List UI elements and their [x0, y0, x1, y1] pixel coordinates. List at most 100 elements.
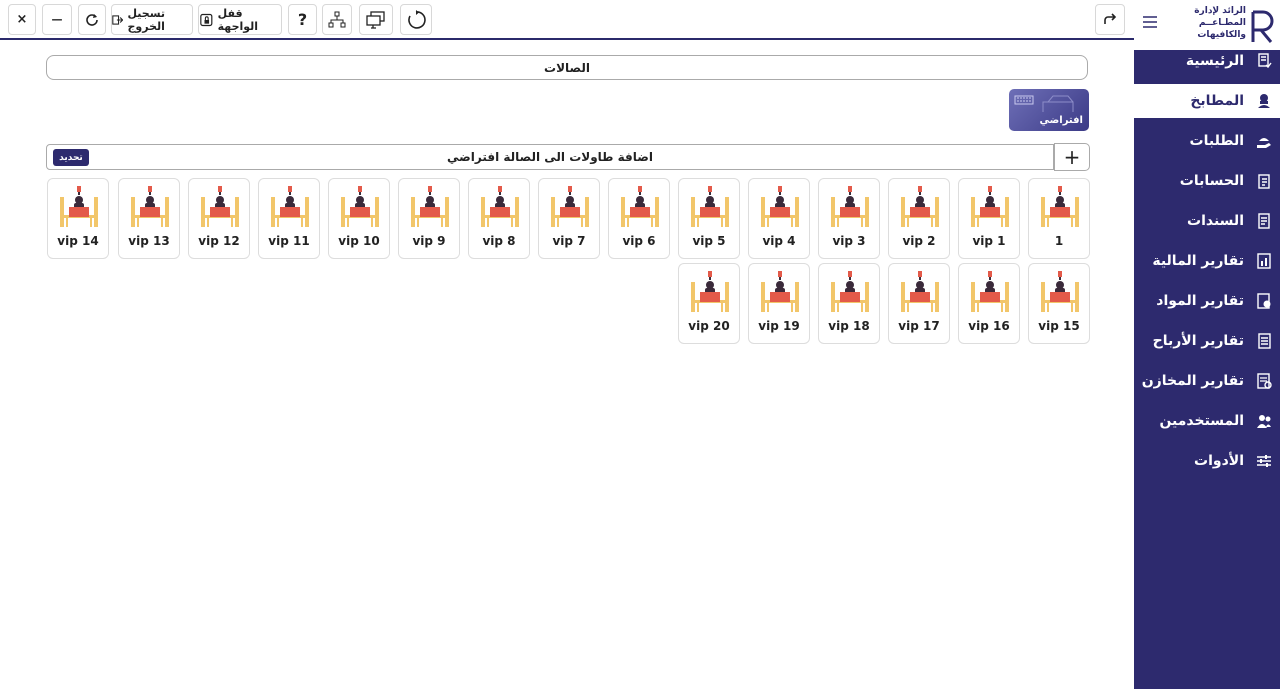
- table-card[interactable]: vip 19: [748, 263, 810, 344]
- screens-button[interactable]: [359, 4, 393, 35]
- table-card[interactable]: vip 7: [538, 178, 600, 259]
- dining-table-icon: [551, 186, 589, 227]
- hall-tile-default[interactable]: افتراضي: [1009, 89, 1089, 131]
- table-label: vip 11: [268, 234, 310, 248]
- dining-table-icon: [971, 186, 1009, 227]
- table-label: vip 16: [968, 319, 1010, 333]
- hall-tile-label: افتراضي: [1039, 115, 1084, 126]
- table-label: vip 6: [622, 234, 656, 248]
- sidebar-item-10[interactable]: المستخدمين: [1134, 404, 1280, 438]
- table-card[interactable]: vip 12: [188, 178, 250, 259]
- forward-button[interactable]: [1095, 4, 1125, 35]
- sidebar-item-label: الرئيسية: [1185, 53, 1244, 69]
- help-button[interactable]: ?: [288, 4, 317, 35]
- sidebar-item-label: المستخدمين: [1159, 413, 1244, 429]
- dining-table-icon: [831, 186, 869, 227]
- table-card[interactable]: vip 16: [958, 263, 1020, 344]
- halls-header: الصالات: [46, 55, 1088, 80]
- table-card[interactable]: vip 10: [328, 178, 390, 259]
- lock-label: قفل الواجهة: [217, 6, 259, 33]
- sidebar-item-2[interactable]: المطابخ: [1134, 84, 1280, 118]
- lock-screen-button[interactable]: قفل الواجهة: [198, 4, 282, 35]
- table-card[interactable]: vip 13: [118, 178, 180, 259]
- table-label: vip 1: [972, 234, 1006, 248]
- table-card[interactable]: 1: [1028, 178, 1090, 259]
- dining-table-icon: [271, 186, 309, 227]
- sidebar-item-1[interactable]: الرئيسية: [1134, 44, 1280, 78]
- logout-button[interactable]: تسجيل الخروج: [111, 4, 193, 35]
- sidebar-item-7[interactable]: تقارير المواد: [1134, 284, 1280, 318]
- table-card[interactable]: vip 2: [888, 178, 950, 259]
- dining-table-icon: [60, 186, 98, 227]
- select-button[interactable]: تحديد: [53, 149, 89, 166]
- sidebar-item-label: تقارير المالية: [1152, 253, 1244, 269]
- table-card[interactable]: vip 5: [678, 178, 740, 259]
- halls-title: الصالات: [544, 60, 590, 75]
- menu-toggle-button[interactable]: [1142, 14, 1158, 28]
- table-label: vip 14: [57, 234, 99, 248]
- table-label: vip 9: [412, 234, 446, 248]
- sidebar-item-9[interactable]: تقارير المخازن: [1134, 364, 1280, 398]
- add-tables-bar: اضافة طاولات الى الصالة افتراضي: [46, 144, 1054, 170]
- help-icon: ?: [297, 10, 308, 29]
- hamburger-icon: [1143, 16, 1157, 28]
- table-label: vip 15: [1038, 319, 1080, 333]
- select-label: تحديد: [59, 152, 83, 163]
- table-label: 1: [1054, 234, 1064, 248]
- table-card[interactable]: vip 8: [468, 178, 530, 259]
- logout-label: تسجيل الخروج: [127, 6, 166, 33]
- reload-button[interactable]: [78, 4, 106, 35]
- sitemap-button[interactable]: [322, 4, 352, 35]
- close-button[interactable]: ×: [8, 4, 36, 35]
- sidebar-item-3[interactable]: الطلبات: [1134, 124, 1280, 158]
- sidebar-item-11[interactable]: الأدوات: [1134, 444, 1280, 478]
- table-label: vip 19: [758, 319, 800, 333]
- table-card[interactable]: vip 11: [258, 178, 320, 259]
- add-table-button[interactable]: +: [1054, 143, 1090, 171]
- dining-table-icon: [341, 186, 379, 227]
- dining-table-icon: [761, 271, 799, 312]
- sidebar-item-label: تقارير المواد: [1156, 293, 1244, 309]
- lock-icon: [200, 13, 213, 26]
- table-card[interactable]: vip 18: [818, 263, 880, 344]
- app-logo-icon: [1251, 10, 1274, 43]
- close-icon: ×: [16, 12, 28, 27]
- table-label: vip 7: [552, 234, 586, 248]
- chef-icon: [1258, 94, 1270, 108]
- document-list-icon: [1258, 213, 1270, 229]
- plus-icon: +: [1063, 145, 1081, 169]
- table-card[interactable]: vip 20: [678, 263, 740, 344]
- dining-table-icon: [901, 271, 939, 312]
- table-card[interactable]: vip 17: [888, 263, 950, 344]
- dining-table-icon: [481, 186, 519, 227]
- logo-line-2: المطـاعــم: [1198, 18, 1246, 28]
- dining-table-icon: [201, 186, 239, 227]
- table-card[interactable]: vip 14: [47, 178, 109, 259]
- sidebar-item-6[interactable]: تقارير المالية: [1134, 244, 1280, 278]
- table-card[interactable]: vip 1: [958, 178, 1020, 259]
- app-logo-text: الرائد لإدارة المطـاعــم والكافيهات: [1170, 5, 1246, 41]
- sidebar-item-label: تقارير الأرباح: [1152, 333, 1244, 349]
- table-card[interactable]: vip 4: [748, 178, 810, 259]
- table-card[interactable]: vip 6: [608, 178, 670, 259]
- table-card[interactable]: vip 9: [398, 178, 460, 259]
- sidebar-item-label: المطابخ: [1190, 93, 1244, 109]
- sidebar-item-label: السندات: [1187, 213, 1244, 229]
- dining-table-icon: [901, 186, 939, 227]
- rotate-icon: [408, 9, 426, 29]
- ledger-icon: [1258, 174, 1270, 189]
- dining-table-icon: [691, 271, 729, 312]
- table-card[interactable]: vip 3: [818, 178, 880, 259]
- report-profit-icon: [1258, 333, 1271, 349]
- report-stores-icon: [1257, 373, 1272, 389]
- minimize-button[interactable]: —: [42, 4, 72, 35]
- table-label: vip 20: [688, 319, 730, 333]
- minimize-icon: —: [51, 13, 63, 26]
- sidebar-item-4[interactable]: الحسابات: [1134, 164, 1280, 198]
- sidebar-item-8[interactable]: تقارير الأرباح: [1134, 324, 1280, 358]
- redo-icon: [1104, 12, 1117, 24]
- sidebar-item-5[interactable]: السندات: [1134, 204, 1280, 238]
- refresh-button[interactable]: [400, 4, 432, 35]
- logo-line-3: والكافيهات: [1197, 30, 1246, 40]
- table-card[interactable]: vip 15: [1028, 263, 1090, 344]
